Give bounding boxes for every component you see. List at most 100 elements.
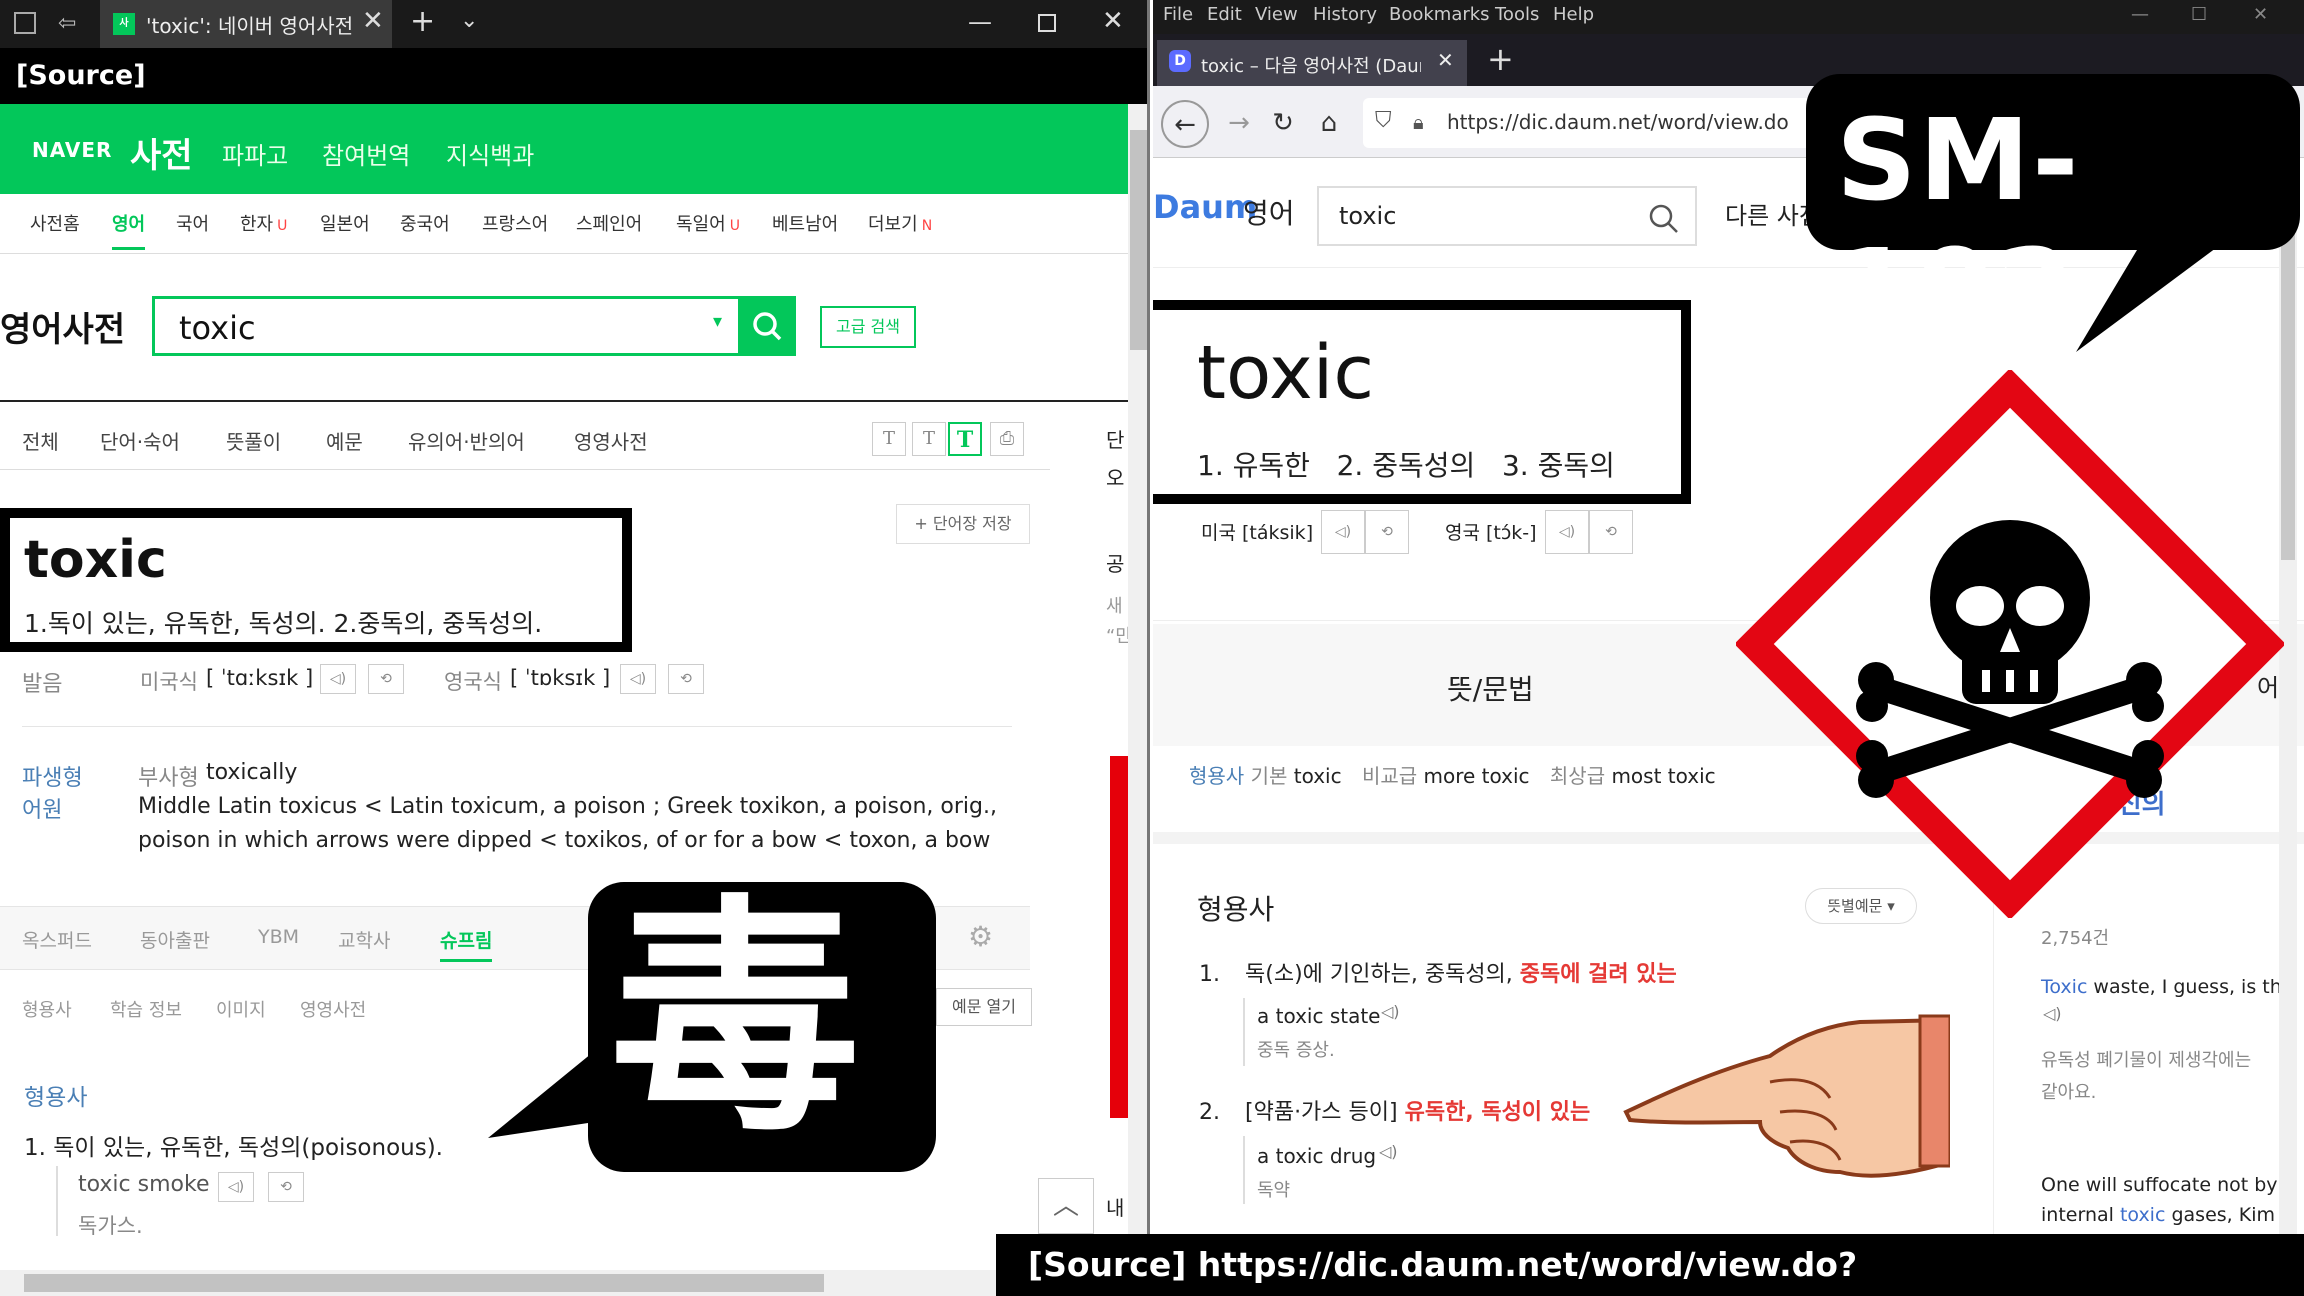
search-button[interactable] — [738, 296, 796, 356]
publisher-tab[interactable]: 슈프림 — [440, 926, 493, 962]
speaker-icon[interactable]: ◁) — [218, 1172, 254, 1202]
nav-label: 베트남어 — [772, 214, 839, 235]
scrollbar-thumb[interactable] — [1130, 130, 1147, 350]
reload-icon[interactable]: ↻ — [1259, 100, 1307, 148]
adverb-word[interactable]: toxically — [206, 760, 297, 785]
speaker-icon[interactable]: ◁) — [2043, 1004, 2062, 1023]
font-medium-button[interactable]: T — [912, 422, 946, 456]
side-banner[interactable] — [1110, 756, 1130, 1118]
settings-gear-icon[interactable]: ⚙ — [968, 920, 993, 953]
nav-item[interactable]: 중국어 — [400, 210, 450, 236]
daum-search-input[interactable]: toxic — [1317, 186, 1697, 246]
naver-service-title[interactable]: 사전 — [130, 128, 193, 177]
daum-service[interactable]: 영어 — [1243, 192, 1295, 232]
speaker-icon[interactable]: ◁) — [320, 664, 356, 694]
new-tab-icon[interactable]: + — [410, 4, 435, 39]
minimize-icon[interactable]: — — [2131, 4, 2149, 25]
base-label: 기본 — [1250, 764, 1288, 788]
repeat-icon[interactable]: ⟲ — [668, 664, 704, 694]
speaker-icon[interactable]: ◁) — [1379, 1142, 1398, 1161]
home-icon[interactable]: ⌂ — [1305, 100, 1353, 148]
new-tab-icon[interactable]: + — [1487, 40, 1514, 78]
daum-def-2: 2. [약품·가스 등이] 유독한, 독성이 있는 — [1199, 1094, 1590, 1126]
nav-item[interactable]: 사전홈 — [30, 210, 80, 236]
shield-icon[interactable]: ⛉ — [1375, 108, 1392, 133]
result-tab[interactable]: 영영사전 — [574, 426, 648, 455]
sub-tab[interactable]: 이미지 — [216, 996, 266, 1022]
menu-history[interactable]: History — [1313, 4, 1377, 25]
window-close-icon[interactable]: ✕ — [2253, 4, 2268, 25]
scrollbar-thumb[interactable] — [24, 1274, 824, 1292]
speaker-icon[interactable]: ◁) — [1545, 510, 1589, 554]
speaker-icon[interactable]: ◁) — [1321, 510, 1365, 554]
nav-item[interactable]: 일본어 — [320, 210, 370, 236]
nav-item[interactable]: 베트남어 — [772, 210, 838, 236]
nav-item[interactable]: 프랑스어 — [482, 210, 548, 236]
print-icon[interactable]: ⎙ — [990, 422, 1024, 456]
daum-logo[interactable]: Daum — [1153, 188, 1257, 226]
save-wordbook-button[interactable]: + 단어장 저장 — [896, 504, 1030, 544]
repeat-icon[interactable]: ⟲ — [1365, 510, 1409, 554]
result-tab[interactable]: 뜻풀이 — [226, 426, 281, 455]
nav-item[interactable]: 한자 U — [240, 210, 287, 236]
speaker-icon[interactable]: ◁) — [1381, 1002, 1400, 1021]
header-menu-translation[interactable]: 참여번역 — [322, 136, 410, 171]
menu-edit[interactable]: Edit — [1207, 4, 1242, 25]
tab-close-icon[interactable]: ✕ — [1437, 48, 1454, 72]
advanced-search-button[interactable]: 고급 검색 — [820, 306, 916, 348]
daum-ex-2-ko: 독약 — [1257, 1180, 1291, 1201]
menu-help[interactable]: Help — [1553, 4, 1594, 25]
nav-item[interactable]: 더보기 N — [868, 210, 932, 236]
menu-tools[interactable]: Tools — [1495, 4, 1539, 25]
speaker-icon[interactable]: ◁) — [620, 664, 656, 694]
window-close-icon[interactable]: ✕ — [1102, 6, 1124, 36]
repeat-icon[interactable]: ⟲ — [368, 664, 404, 694]
publisher-tab[interactable]: 옥스퍼드 — [22, 926, 92, 953]
result-tab[interactable]: 유의어·반의어 — [408, 426, 525, 455]
sub-tab[interactable]: 영영사전 — [300, 996, 366, 1022]
naver-logo[interactable]: NAVER — [32, 138, 112, 162]
search-icon[interactable] — [1647, 202, 1681, 236]
dropdown-icon[interactable]: ▾ — [713, 311, 722, 332]
result-tab[interactable]: 예문 — [326, 426, 363, 455]
minimize-icon[interactable]: — — [968, 8, 992, 36]
result-tab[interactable]: 전체 — [22, 426, 59, 455]
lock-icon[interactable]: 🔒︎ — [1413, 110, 1424, 134]
side-text: 공 — [1106, 552, 1125, 576]
open-examples-button[interactable]: 예문 열기 — [936, 988, 1032, 1026]
chevron-down-icon[interactable]: ⌄ — [460, 8, 478, 33]
menu-file[interactable]: File — [1163, 4, 1193, 25]
menu-bookmarks[interactable]: Bookmarks — [1389, 4, 1490, 25]
back-icon[interactable]: ← — [1161, 100, 1209, 148]
tab-list-icon[interactable]: ⇦ — [58, 11, 76, 36]
sub-tab[interactable]: 형용사 — [22, 996, 72, 1022]
publisher-tab[interactable]: 동아출판 — [140, 926, 210, 953]
nav-item[interactable]: 스페인어 — [576, 210, 642, 236]
word-forms: 형용사 기본 toxic 비교급 more toxic 최상급 most tox… — [1189, 760, 1716, 789]
nav-item[interactable]: 국어 — [176, 210, 209, 236]
header-menu-papago[interactable]: 파파고 — [222, 136, 288, 171]
publisher-tab[interactable]: 교학사 — [338, 926, 390, 953]
font-small-button[interactable]: T — [872, 422, 906, 456]
menu-view[interactable]: View — [1255, 4, 1298, 25]
side-highlight[interactable]: Toxic — [2041, 976, 2087, 998]
tab-daum[interactable]: D toxic – 다음 영어사전 (Daum ✕ — [1157, 40, 1467, 86]
maximize-icon[interactable] — [1038, 14, 1056, 32]
nav-item[interactable]: 영어 — [112, 210, 146, 250]
scroll-top-button[interactable]: ︿ — [1038, 1178, 1094, 1234]
repeat-icon[interactable]: ⟲ — [268, 1172, 304, 1202]
screenshot-root: ⇦ 사 'toxic': 네이버 영어사전 ✕ + ⌄ — ✕ [Source]… — [0, 0, 2304, 1296]
sub-tab[interactable]: 학습 정보 — [110, 996, 182, 1022]
forward-icon[interactable]: → — [1215, 100, 1263, 148]
nav-item[interactable]: 독일어 U — [676, 210, 740, 236]
tab-close-icon[interactable]: ✕ — [362, 6, 384, 36]
side-highlight[interactable]: toxic — [2120, 1204, 2165, 1226]
header-menu-knowledge[interactable]: 지식백과 — [446, 136, 534, 171]
maximize-icon[interactable]: ☐ — [2191, 4, 2207, 25]
tab-actions-icon[interactable] — [14, 12, 36, 34]
repeat-icon[interactable]: ⟲ — [1589, 510, 1633, 554]
font-large-button[interactable]: T — [948, 422, 982, 456]
publisher-tab[interactable]: YBM — [258, 926, 299, 948]
result-tab[interactable]: 단어·숙어 — [100, 426, 180, 455]
search-input[interactable]: toxic ▾ — [152, 296, 794, 356]
